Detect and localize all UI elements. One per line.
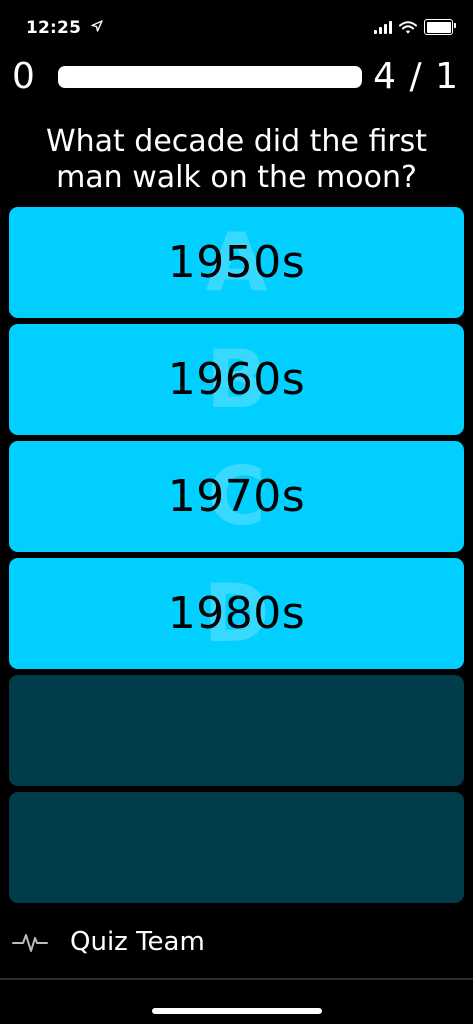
status-bar: 12:25: [0, 0, 473, 54]
status-time-text: 12:25: [26, 18, 82, 38]
footer-team[interactable]: Quiz Team: [0, 922, 473, 962]
progress-bar: [58, 66, 362, 88]
question-text: What decade did the first man walk on th…: [45, 124, 428, 195]
answer-option-c[interactable]: C 1970s: [9, 441, 464, 552]
pulse-icon: [12, 934, 48, 952]
empty-answer-slot: [9, 792, 464, 903]
answer-option-d[interactable]: D 1980s: [9, 558, 464, 669]
footer-label: Quiz Team: [70, 927, 205, 957]
answer-option-b[interactable]: B 1960s: [9, 324, 464, 435]
answer-text: 1950s: [167, 237, 306, 288]
status-icons: [374, 19, 456, 35]
answer-text: 1970s: [167, 471, 306, 522]
score-row: 0 4 / 1: [0, 56, 473, 100]
home-indicator[interactable]: [152, 1008, 322, 1014]
score-right: 4 / 1: [373, 56, 459, 97]
footer-divider: [0, 978, 473, 980]
battery-icon: [424, 19, 456, 35]
location-arrow-icon: [91, 20, 103, 32]
battery-fill: [426, 21, 451, 33]
empty-answer-slot: [9, 675, 464, 786]
answer-list: A 1950s B 1960s C 1970s D 1980s: [9, 207, 464, 909]
status-time: 12:25: [26, 18, 103, 38]
score-left: 0: [12, 56, 35, 97]
answer-option-a[interactable]: A 1950s: [9, 207, 464, 318]
answer-text: 1960s: [167, 354, 306, 405]
answer-text: 1980s: [167, 588, 306, 639]
wifi-icon: [399, 20, 417, 34]
signal-icon: [374, 20, 392, 34]
